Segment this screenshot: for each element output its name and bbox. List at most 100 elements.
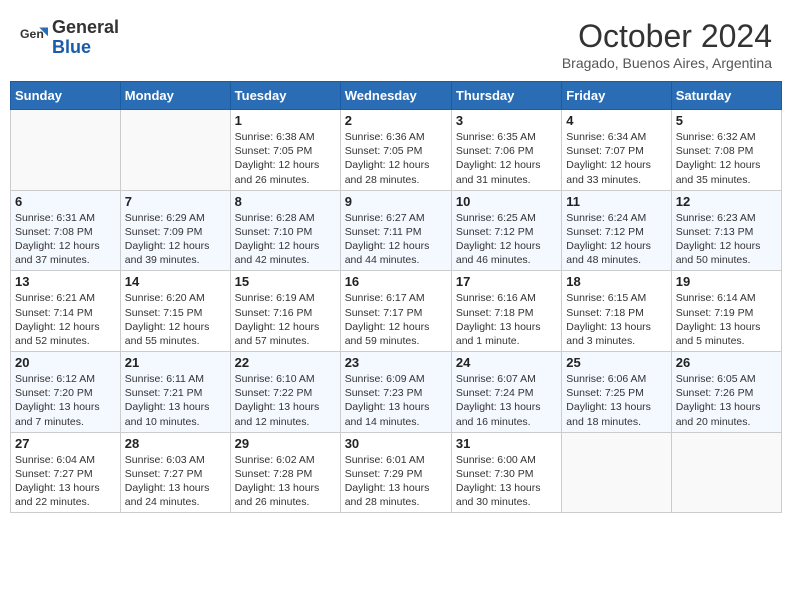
calendar-cell: 13Sunrise: 6:21 AM Sunset: 7:14 PM Dayli… xyxy=(11,271,121,352)
day-number: 30 xyxy=(345,436,447,451)
calendar-cell: 15Sunrise: 6:19 AM Sunset: 7:16 PM Dayli… xyxy=(230,271,340,352)
calendar-cell xyxy=(562,432,671,513)
day-number: 7 xyxy=(125,194,226,209)
day-header-wednesday: Wednesday xyxy=(340,82,451,110)
logo-icon: Gen xyxy=(20,24,48,52)
calendar-cell: 22 Sunrise: 6:10 AM Sunset: 7:22 PM Dayli… xyxy=(230,352,340,433)
day-info: Sunrise: 6:00 AM Sunset: 7:30 PM Dayligh… xyxy=(456,454,541,509)
calendar-cell: 29 Sunrise: 6:02 AM Sunset: 7:28 PM Dayli… xyxy=(230,432,340,513)
day-number: 25 xyxy=(566,355,666,370)
calendar-cell: 2Sunrise: 6:36 AM Sunset: 7:05 PM Daylig… xyxy=(340,110,451,191)
day-header-saturday: Saturday xyxy=(671,82,781,110)
day-number: 31 xyxy=(456,436,557,451)
calendar-cell: 9Sunrise: 6:27 AM Sunset: 7:11 PM Daylig… xyxy=(340,190,451,271)
calendar-cell xyxy=(671,432,781,513)
calendar-cell: 31 Sunrise: 6:00 AM Sunset: 7:30 PM Dayli… xyxy=(451,432,561,513)
day-info: Sunrise: 6:17 AM Sunset: 7:17 PM Dayligh… xyxy=(345,292,430,347)
day-number: 22 xyxy=(235,355,336,370)
calendar-cell: 30 Sunrise: 6:01 AM Sunset: 7:29 PM Dayli… xyxy=(340,432,451,513)
calendar-cell: 26 Sunrise: 6:05 AM Sunset: 7:26 PM Dayli… xyxy=(671,352,781,433)
logo-general: General xyxy=(52,18,119,38)
svg-text:Gen: Gen xyxy=(20,27,44,41)
day-info: Sunrise: 6:36 AM Sunset: 7:05 PM Dayligh… xyxy=(345,131,430,186)
day-number: 23 xyxy=(345,355,447,370)
day-info: Sunrise: 6:12 AM Sunset: 7:20 PM Dayligh… xyxy=(15,373,100,428)
week-row-3: 13Sunrise: 6:21 AM Sunset: 7:14 PM Dayli… xyxy=(11,271,782,352)
calendar-cell: 24 Sunrise: 6:07 AM Sunset: 7:24 PM Dayli… xyxy=(451,352,561,433)
day-info: Sunrise: 6:20 AM Sunset: 7:15 PM Dayligh… xyxy=(125,292,210,347)
calendar-cell: 18Sunrise: 6:15 AM Sunset: 7:18 PM Dayli… xyxy=(562,271,671,352)
day-number: 29 xyxy=(235,436,336,451)
calendar-cell xyxy=(120,110,230,191)
calendar-cell: 28 Sunrise: 6:03 AM Sunset: 7:27 PM Dayli… xyxy=(120,432,230,513)
day-number: 24 xyxy=(456,355,557,370)
day-number: 28 xyxy=(125,436,226,451)
calendar-cell: 11 Sunrise: 6:24 AM Sunset: 7:12 PM Dayli… xyxy=(562,190,671,271)
day-number: 19 xyxy=(676,274,777,289)
day-header-tuesday: Tuesday xyxy=(230,82,340,110)
month-title: October 2024 xyxy=(562,18,772,55)
calendar-cell: 3Sunrise: 6:35 AM Sunset: 7:06 PM Daylig… xyxy=(451,110,561,191)
day-info: Sunrise: 6:34 AM Sunset: 7:07 PM Dayligh… xyxy=(566,131,651,186)
day-number: 5 xyxy=(676,113,777,128)
day-info: Sunrise: 6:14 AM Sunset: 7:19 PM Dayligh… xyxy=(676,292,761,347)
week-row-1: 1 Sunrise: 6:38 AM Sunset: 7:05 PM Daylig… xyxy=(11,110,782,191)
day-number: 8 xyxy=(235,194,336,209)
day-info: Sunrise: 6:24 AM Sunset: 7:12 PM Dayligh… xyxy=(566,212,651,267)
day-info: Sunrise: 6:01 AM Sunset: 7:29 PM Dayligh… xyxy=(345,454,430,509)
calendar-cell: 5 Sunrise: 6:32 AM Sunset: 7:08 PM Daylig… xyxy=(671,110,781,191)
day-info: Sunrise: 6:05 AM Sunset: 7:26 PM Dayligh… xyxy=(676,373,761,428)
day-number: 11 xyxy=(566,194,666,209)
logo-blue: Blue xyxy=(52,38,119,58)
calendar-cell: 4 Sunrise: 6:34 AM Sunset: 7:07 PM Daylig… xyxy=(562,110,671,191)
day-number: 20 xyxy=(15,355,116,370)
day-number: 21 xyxy=(125,355,226,370)
day-info: Sunrise: 6:10 AM Sunset: 7:22 PM Dayligh… xyxy=(235,373,320,428)
week-row-4: 20 Sunrise: 6:12 AM Sunset: 7:20 PM Dayli… xyxy=(11,352,782,433)
day-number: 17 xyxy=(456,274,557,289)
calendar-cell: 14 Sunrise: 6:20 AM Sunset: 7:15 PM Dayli… xyxy=(120,271,230,352)
calendar-cell: 17 Sunrise: 6:16 AM Sunset: 7:18 PM Dayli… xyxy=(451,271,561,352)
day-info: Sunrise: 6:03 AM Sunset: 7:27 PM Dayligh… xyxy=(125,454,210,509)
calendar-cell: 20 Sunrise: 6:12 AM Sunset: 7:20 PM Dayli… xyxy=(11,352,121,433)
day-number: 12 xyxy=(676,194,777,209)
day-header-monday: Monday xyxy=(120,82,230,110)
calendar-cell: 1 Sunrise: 6:38 AM Sunset: 7:05 PM Daylig… xyxy=(230,110,340,191)
day-info: Sunrise: 6:06 AM Sunset: 7:25 PM Dayligh… xyxy=(566,373,651,428)
day-info: Sunrise: 6:07 AM Sunset: 7:24 PM Dayligh… xyxy=(456,373,541,428)
page-header: Gen General Blue October 2024 Bragado, B… xyxy=(10,10,782,75)
day-number: 10 xyxy=(456,194,557,209)
day-number: 4 xyxy=(566,113,666,128)
day-info: Sunrise: 6:21 AM Sunset: 7:14 PM Dayligh… xyxy=(15,292,100,347)
day-info: Sunrise: 6:04 AM Sunset: 7:27 PM Dayligh… xyxy=(15,454,100,509)
day-number: 16 xyxy=(345,274,447,289)
day-header-thursday: Thursday xyxy=(451,82,561,110)
day-info: Sunrise: 6:09 AM Sunset: 7:23 PM Dayligh… xyxy=(345,373,430,428)
day-info: Sunrise: 6:11 AM Sunset: 7:21 PM Dayligh… xyxy=(125,373,210,428)
calendar-cell: 12 Sunrise: 6:23 AM Sunset: 7:13 PM Dayli… xyxy=(671,190,781,271)
day-info: Sunrise: 6:32 AM Sunset: 7:08 PM Dayligh… xyxy=(676,131,761,186)
day-info: Sunrise: 6:19 AM Sunset: 7:16 PM Dayligh… xyxy=(235,292,320,347)
week-row-5: 27Sunrise: 6:04 AM Sunset: 7:27 PM Dayli… xyxy=(11,432,782,513)
calendar-cell xyxy=(11,110,121,191)
day-info: Sunrise: 6:23 AM Sunset: 7:13 PM Dayligh… xyxy=(676,212,761,267)
calendar-cell: 6Sunrise: 6:31 AM Sunset: 7:08 PM Daylig… xyxy=(11,190,121,271)
title-block: October 2024 Bragado, Buenos Aires, Arge… xyxy=(562,18,772,71)
day-number: 1 xyxy=(235,113,336,128)
day-number: 14 xyxy=(125,274,226,289)
day-number: 26 xyxy=(676,355,777,370)
calendar-table: SundayMondayTuesdayWednesdayThursdayFrid… xyxy=(10,81,782,513)
day-header-friday: Friday xyxy=(562,82,671,110)
day-info: Sunrise: 6:02 AM Sunset: 7:28 PM Dayligh… xyxy=(235,454,320,509)
day-info: Sunrise: 6:38 AM Sunset: 7:05 PM Dayligh… xyxy=(235,131,320,186)
logo: Gen General Blue xyxy=(20,18,119,58)
calendar-cell: 23 Sunrise: 6:09 AM Sunset: 7:23 PM Dayli… xyxy=(340,352,451,433)
day-info: Sunrise: 6:25 AM Sunset: 7:12 PM Dayligh… xyxy=(456,212,541,267)
day-info: Sunrise: 6:16 AM Sunset: 7:18 PM Dayligh… xyxy=(456,292,541,347)
day-number: 9 xyxy=(345,194,447,209)
day-info: Sunrise: 6:28 AM Sunset: 7:10 PM Dayligh… xyxy=(235,212,320,267)
day-info: Sunrise: 6:29 AM Sunset: 7:09 PM Dayligh… xyxy=(125,212,210,267)
calendar-cell: 16 Sunrise: 6:17 AM Sunset: 7:17 PM Dayli… xyxy=(340,271,451,352)
calendar-cell: 7 Sunrise: 6:29 AM Sunset: 7:09 PM Daylig… xyxy=(120,190,230,271)
calendar-cell: 19 Sunrise: 6:14 AM Sunset: 7:19 PM Dayli… xyxy=(671,271,781,352)
